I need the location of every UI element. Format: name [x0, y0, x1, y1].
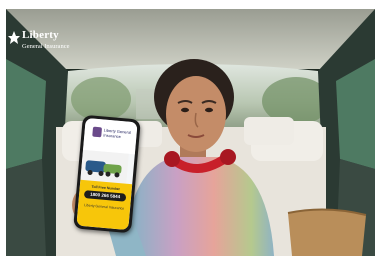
vehicles-illustration	[80, 149, 129, 184]
liberty-mark-icon	[8, 31, 20, 44]
app-brand: Liberty General Insurance	[103, 127, 132, 140]
app-header: Liberty General Insurance	[83, 117, 138, 155]
brand-subtitle: General Insurance	[22, 43, 70, 50]
phone-screen: Liberty General Insurance Toll Free Numb…	[76, 117, 138, 231]
brand-logo: Liberty General Insurance	[6, 26, 96, 62]
smartphone: Liberty General Insurance Toll Free Numb…	[73, 114, 141, 234]
app-logo-icon	[92, 126, 103, 138]
video-frame: Liberty General Insurance Liberty Genera…	[6, 9, 375, 256]
brand-name: Liberty	[22, 29, 59, 41]
